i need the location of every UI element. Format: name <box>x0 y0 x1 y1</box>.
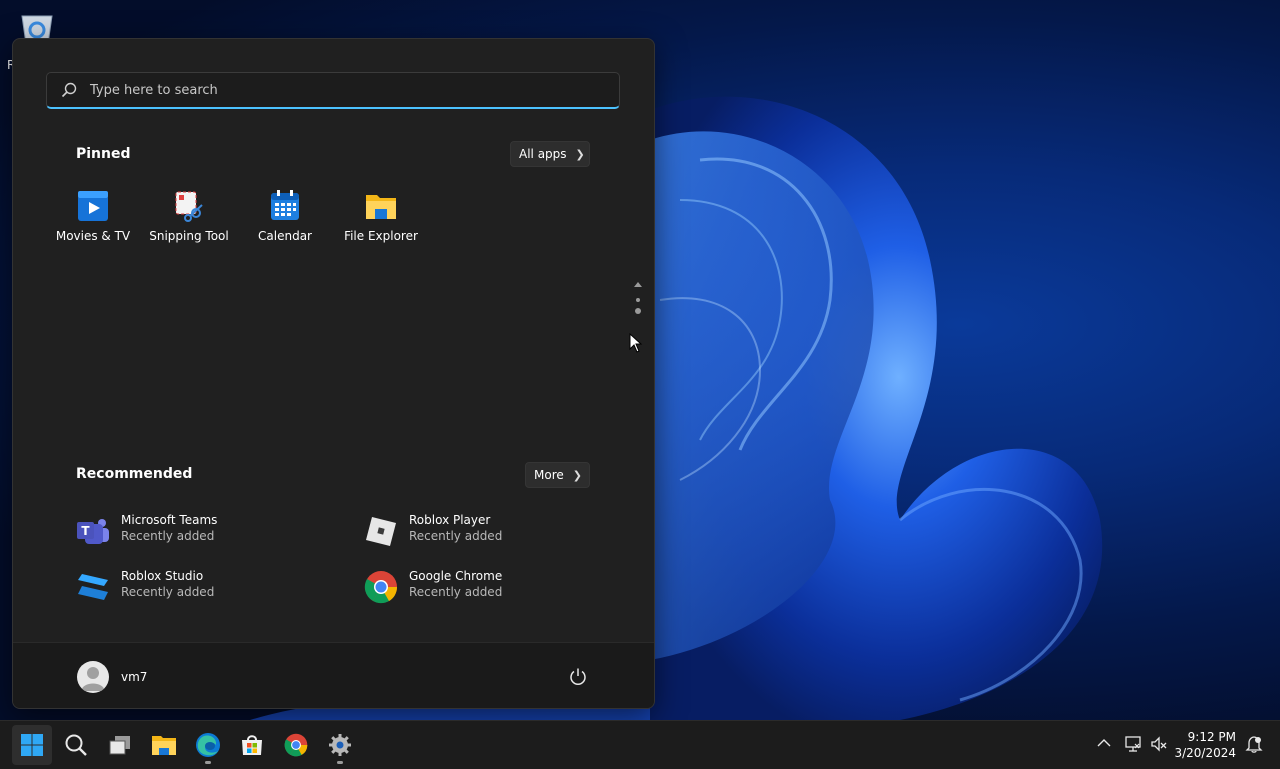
recommended-item-chrome[interactable]: Google Chrome Recently added <box>364 568 614 608</box>
calendar-icon <box>271 190 299 220</box>
more-button[interactable]: More ❯ <box>525 462 590 488</box>
chevron-right-icon: ❯ <box>575 147 585 161</box>
pinned-title: Pinned <box>76 146 131 162</box>
taskbar-task-view-button[interactable] <box>100 725 140 765</box>
taskbar-edge-button[interactable] <box>188 725 228 765</box>
taskbar-chrome-button[interactable] <box>276 725 316 765</box>
chevron-right-icon: ❯ <box>572 468 582 482</box>
pinned-app-label: Calendar <box>258 229 312 243</box>
recommended-item-subtitle: Recently added <box>409 585 503 599</box>
start-footer: vm7 <box>13 642 654 708</box>
pager-dot-active <box>635 308 641 314</box>
taskbar-settings-button[interactable] <box>320 725 360 765</box>
settings-icon <box>329 734 351 756</box>
volume-muted-icon[interactable] <box>1150 735 1168 753</box>
pinned-app-label: File Explorer <box>344 229 418 243</box>
search-icon <box>65 734 87 756</box>
search-icon <box>61 82 77 98</box>
pager-dot <box>636 298 640 302</box>
mouse-cursor-icon <box>629 333 643 353</box>
roblox-player-icon <box>366 517 396 546</box>
notification-bell-icon[interactable] <box>1245 735 1263 753</box>
teams-icon: T <box>77 519 109 544</box>
start-icon <box>21 734 43 756</box>
pinned-app-file-explorer[interactable]: File Explorer <box>333 189 429 243</box>
user-name[interactable]: vm7 <box>121 670 147 684</box>
user-icon <box>81 667 105 691</box>
recommended-item-name: Microsoft Teams <box>121 513 218 527</box>
file-explorer-icon <box>366 195 396 219</box>
show-hidden-icons-chevron-up-icon[interactable] <box>1097 738 1111 748</box>
snipping-tool-icon <box>175 191 203 222</box>
taskbar-file-explorer-button[interactable] <box>144 725 184 765</box>
search-input[interactable]: Type here to search <box>46 72 620 109</box>
search-placeholder: Type here to search <box>90 83 218 98</box>
recommended-item-subtitle: Recently added <box>121 585 215 599</box>
all-apps-label: All apps <box>519 147 567 161</box>
tray-date: 3/20/2024 <box>1174 746 1236 760</box>
recommended-item-roblox-studio[interactable]: Roblox Studio Recently added <box>76 568 326 608</box>
recommended-item-teams[interactable]: T Microsoft Teams Recently added <box>76 512 326 552</box>
recommended-item-subtitle: Recently added <box>121 529 215 543</box>
roblox-studio-icon <box>78 574 108 600</box>
edge-icon <box>196 733 220 757</box>
recommended-title: Recommended <box>76 466 193 482</box>
network-disconnected-icon[interactable] <box>1124 735 1142 753</box>
recommended-item-roblox-player[interactable]: Roblox Player Recently added <box>364 512 614 552</box>
chrome-icon <box>284 733 308 757</box>
recommended-item-name: Google Chrome <box>409 569 503 583</box>
running-indicator <box>205 761 211 764</box>
pinned-app-snipping-tool[interactable]: Snipping Tool <box>141 189 237 243</box>
pager-up-icon <box>634 282 642 287</box>
pinned-app-label: Snipping Tool <box>149 229 229 243</box>
user-avatar[interactable] <box>77 661 109 693</box>
recommended-item-name: Roblox Player <box>409 513 491 527</box>
file-explorer-icon <box>152 736 176 755</box>
task-view-icon <box>109 736 130 755</box>
taskbar-start-button[interactable] <box>12 725 52 765</box>
movies-tv-icon <box>78 191 108 221</box>
tray-clock[interactable]: 9:12 PM 3/20/2024 <box>1174 729 1236 761</box>
running-indicator <box>337 761 343 764</box>
more-label: More <box>534 468 564 482</box>
recommended-item-name: Roblox Studio <box>121 569 204 583</box>
recommended-item-subtitle: Recently added <box>409 529 503 543</box>
pinned-app-label: Movies & TV <box>55 229 131 243</box>
power-icon[interactable] <box>569 667 587 685</box>
pinned-pager[interactable] <box>632 279 644 319</box>
all-apps-button[interactable]: All apps ❯ <box>510 141 590 167</box>
taskbar: 9:12 PM 3/20/2024 <box>0 720 1280 769</box>
chrome-icon <box>364 571 398 604</box>
svg-text:T: T <box>81 524 90 538</box>
taskbar-store-button[interactable] <box>232 725 272 765</box>
pinned-app-movies-tv[interactable]: Movies & TV <box>45 189 141 243</box>
taskbar-search-button[interactable] <box>56 725 96 765</box>
start-menu: Type here to search Pinned All apps ❯ Mo… <box>12 38 655 709</box>
pinned-app-calendar[interactable]: Calendar <box>237 189 333 243</box>
store-icon <box>242 735 262 755</box>
tray-time: 9:12 PM <box>1187 730 1236 744</box>
